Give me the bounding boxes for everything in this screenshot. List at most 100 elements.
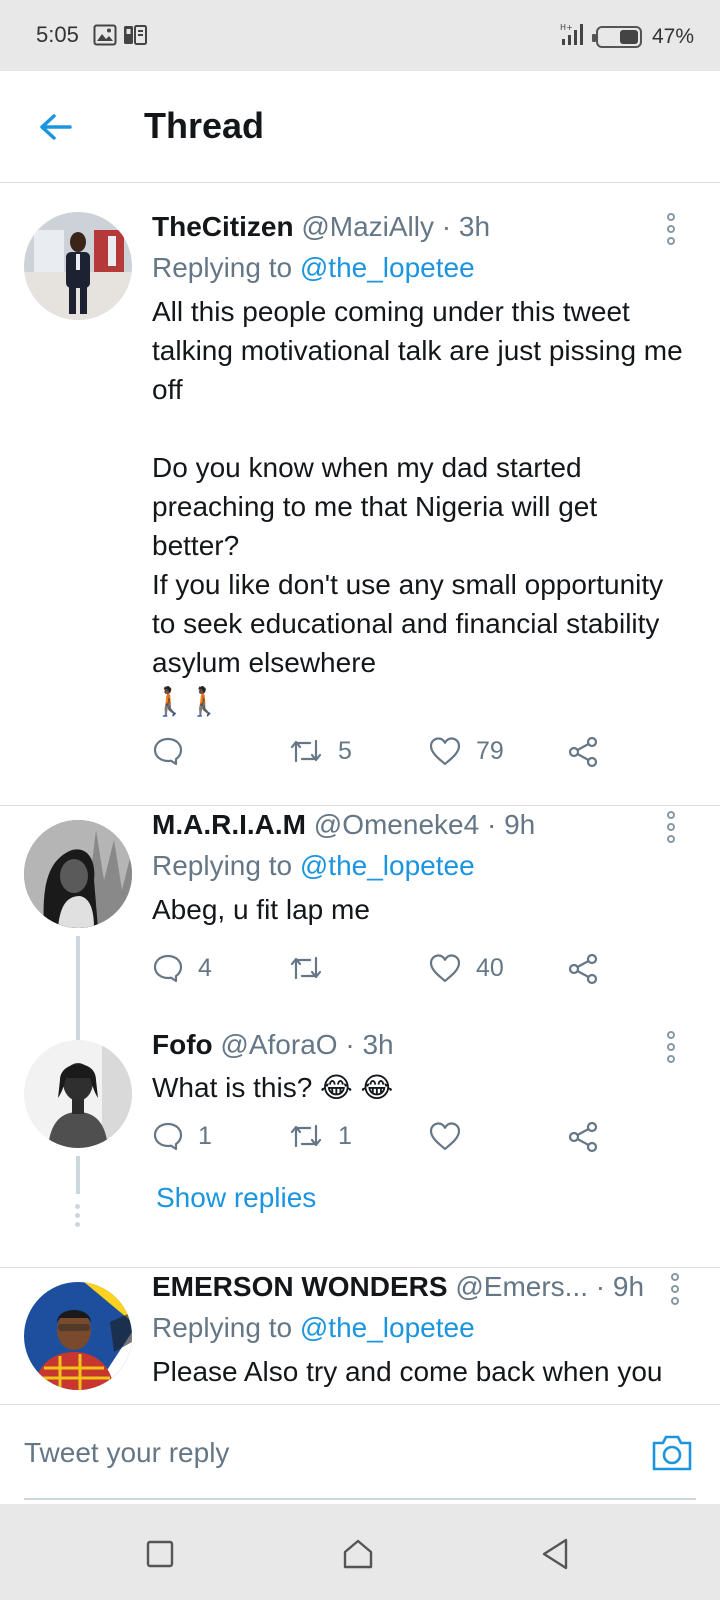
heart-icon [429,954,461,983]
reply-input[interactable]: Tweet your reply [24,1437,229,1469]
reply-composer: Tweet your reply [0,1404,720,1500]
retweet-count: 1 [338,1121,352,1150]
replying-label: Replying to [152,252,293,283]
author-handle[interactable]: @MaziAlly [301,211,434,242]
tweet-divider [0,805,720,806]
tweet-text: Please Also try and come back when you [152,1356,663,1387]
heart-icon [429,1122,461,1151]
back-button[interactable] [36,107,76,147]
retweet-button[interactable] [288,952,338,984]
reply-icon [153,1122,183,1151]
more-options-icon[interactable] [666,1272,684,1306]
author-name[interactable]: M.A.R.I.A.M [152,809,306,840]
camera-button[interactable] [650,1433,694,1473]
thread-connector [76,1156,80,1194]
retweet-icon [290,956,322,980]
show-replies-link[interactable]: Show replies [156,1182,316,1214]
signal-icon: H+ [560,22,586,52]
tweet-time: 3h [458,211,491,242]
avatar[interactable] [24,1040,132,1148]
reply-button[interactable]: 1 [152,1120,212,1152]
reply-button[interactable] [152,735,198,767]
mention-link[interactable]: @the_lopetee [300,1312,475,1343]
back-arrow-icon [40,114,72,140]
camera-icon [652,1435,692,1471]
reply-count: 1 [198,1121,212,1150]
share-icon [568,736,598,768]
author-handle[interactable]: @AforaO [220,1029,337,1060]
avatar[interactable] [24,1282,132,1390]
share-icon [568,1121,598,1153]
tweet-divider [0,1267,720,1268]
status-system-icons: H+ 47% [560,22,694,52]
like-count: 40 [476,953,504,982]
author-name[interactable]: TheCitizen [152,211,294,242]
page-title: Thread [144,105,265,146]
status-time: 5:05 [36,22,79,47]
tweet-actions: 4 40 [152,952,612,992]
home-icon [343,1539,373,1569]
share-icon [568,953,598,985]
retweet-count: 5 [338,736,352,765]
thread-connector [76,936,80,1040]
mention-link[interactable]: @the_lopetee [300,252,475,283]
retweet-icon [290,739,322,763]
replying-to: Replying to @the_lopetee [152,1310,690,1346]
app-header: Thread [0,71,720,183]
app-notification-icon [123,24,147,51]
composer-underline [24,1498,696,1500]
thread-dots [75,1204,81,1231]
home-button[interactable] [338,1534,378,1574]
battery-icon [591,26,642,48]
share-button[interactable] [566,952,600,986]
battery-percent: 47% [651,25,694,48]
triangle-back-icon [542,1538,568,1570]
share-button[interactable] [566,1120,600,1154]
more-options-icon[interactable] [662,810,680,844]
retweet-button[interactable]: 1 [288,1120,352,1152]
author-name[interactable]: Fofo [152,1029,213,1060]
retweet-icon [290,1124,322,1148]
tweet-time: 9h [612,1271,645,1302]
avatar[interactable] [24,820,132,928]
replying-label: Replying to [152,1312,293,1343]
separator-dot: · [434,211,459,242]
gallery-icon [93,24,117,51]
like-button[interactable] [428,1120,476,1152]
replying-to: Replying to @the_lopetee [152,250,690,286]
author-name[interactable]: EMERSON WONDERS [152,1271,448,1302]
status-bar: 5:05 H+ 47% [0,0,720,71]
mention-link[interactable]: @the_lopetee [300,850,475,881]
retweet-button[interactable]: 5 [288,735,352,767]
tweet-text: All this people coming under this tweet … [152,296,683,717]
tweet-text: What is this? 😂 😂 [152,1072,394,1103]
more-options-icon[interactable] [662,212,680,246]
author-handle[interactable]: @Omeneke4 [314,809,479,840]
avatar[interactable] [24,212,132,320]
like-count: 79 [476,736,504,765]
reply-count: 4 [198,953,212,982]
svg-text:H+: H+ [560,23,573,32]
back-nav-button[interactable] [536,1534,576,1574]
tweet-text: Abeg, u fit lap me [152,894,370,925]
author-handle[interactable]: @Emers... [455,1271,588,1302]
status-notification-icons [93,24,147,51]
tweet-actions: 5 79 [152,735,612,775]
reply-icon [153,737,183,766]
reply-button[interactable]: 4 [152,952,212,984]
like-button[interactable]: 79 [428,735,504,767]
thread-feed[interactable]: TheCitizen @MaziAlly · 3h Replying to @t… [0,190,720,1404]
separator-dot: · [479,809,505,840]
like-button[interactable]: 40 [428,952,504,984]
separator-dot: · [337,1029,363,1060]
replying-label: Replying to [152,850,293,881]
square-icon [146,1540,174,1568]
tweet-time: 3h [362,1029,394,1060]
tweet-time: 9h [504,809,536,840]
reply-icon [153,954,183,983]
recents-button[interactable] [140,1534,180,1574]
more-options-icon[interactable] [662,1030,680,1064]
share-button[interactable] [566,735,600,769]
tweet-actions: 1 1 [152,1120,612,1160]
separator-dot: · [588,1271,613,1302]
